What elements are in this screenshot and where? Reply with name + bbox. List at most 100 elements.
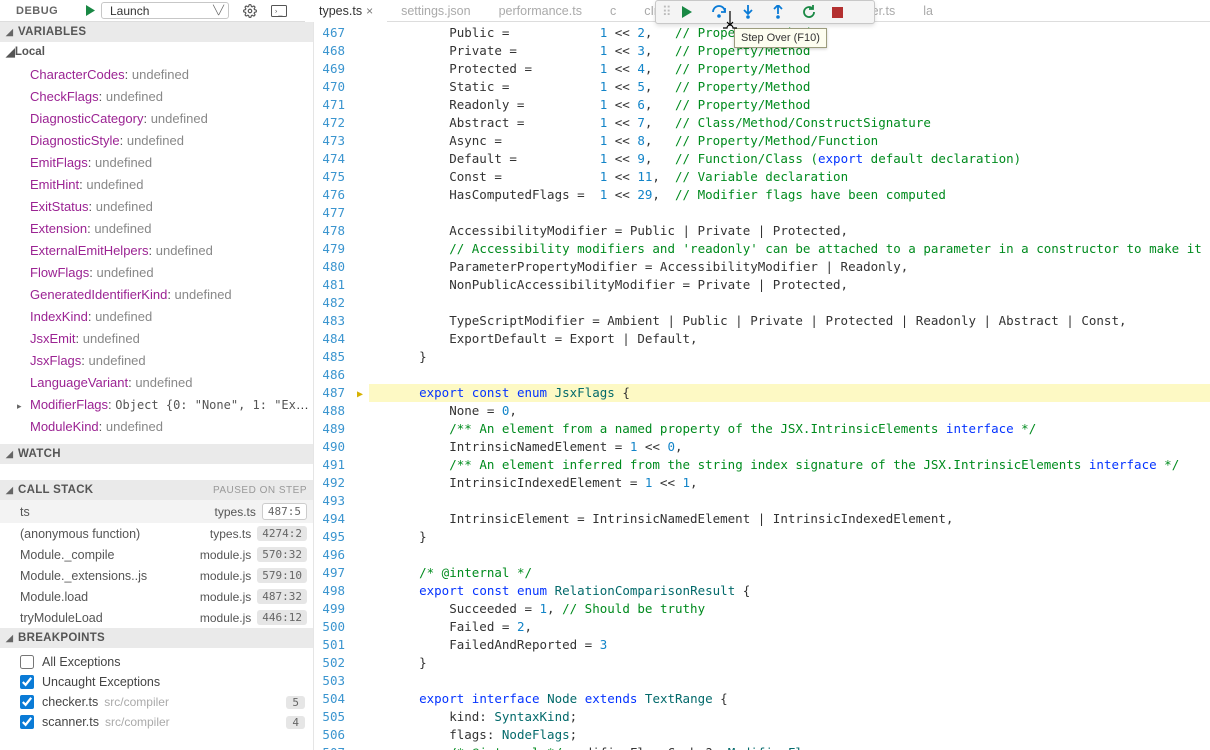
breakpoint-checkbox[interactable] [20,695,34,709]
variable-row[interactable]: FlowFlags: undefined [0,262,313,284]
code-line[interactable]: /** An element inferred from the string … [389,456,1210,474]
code-line[interactable]: export const enum RelationComparisonResu… [389,582,1210,600]
callstack-frame[interactable]: (anonymous function)types.ts4274:2 [0,523,313,544]
line-number: 502 [314,654,345,672]
variable-row[interactable]: EmitFlags: undefined [0,152,313,174]
breakpoint-row[interactable]: All Exceptions [0,652,313,672]
callstack-frame[interactable]: Module.loadmodule.js487:32 [0,586,313,607]
start-debug-button[interactable] [80,5,101,16]
variable-row[interactable]: CharacterCodes: undefined [0,64,313,86]
line-number: 481 [314,276,345,294]
code-line[interactable]: ExportDefault = Export | Default, [389,330,1210,348]
code-line[interactable]: Succeeded = 1, // Should be truthy [389,600,1210,618]
step-into-button[interactable] [742,5,760,19]
tab-types-ts[interactable]: types.ts× [305,0,387,22]
callstack-frame[interactable]: tstypes.ts487:5 [0,500,313,523]
variable-row[interactable]: IndexKind: undefined [0,306,313,328]
breakpoint-checkbox[interactable] [20,655,34,669]
code-line[interactable]: HasComputedFlags = 1 << 29, // Modifier … [389,186,1210,204]
code-area[interactable]: Public = 1 << 2, // Property/Method Priv… [369,22,1210,750]
code-line[interactable]: Default = 1 << 9, // Function/Class (exp… [389,150,1210,168]
restart-button[interactable] [802,5,820,19]
variable-row[interactable]: DiagnosticStyle: undefined [0,130,313,152]
breakpoint-row[interactable]: scanner.tssrc/compiler4 [0,712,313,732]
breakpoints-panel-header[interactable]: ◢BREAKPOINTS [0,628,313,648]
code-line[interactable]: } [389,348,1210,366]
code-line[interactable]: AccessibilityModifier = Public | Private… [389,222,1210,240]
variable-row[interactable]: EmitHint: undefined [0,174,313,196]
variable-row[interactable]: Extension: undefined [0,218,313,240]
variable-row[interactable]: DiagnosticCategory: undefined [0,108,313,130]
code-line[interactable]: None = 0, [389,402,1210,420]
variables-panel-header[interactable]: ◢VARIABLES [0,22,313,42]
code-line[interactable]: IntrinsicElement = IntrinsicNamedElement… [389,510,1210,528]
gear-icon[interactable] [243,4,257,18]
code-line[interactable]: // Accessibility modifiers and 'readonly… [389,240,1210,258]
variable-row[interactable]: ModuleKind: undefined [0,416,313,438]
callstack-frame[interactable]: Module._compilemodule.js570:32 [0,544,313,565]
close-icon[interactable]: × [366,0,373,22]
code-line[interactable] [389,204,1210,222]
drag-handle-icon[interactable]: ⠿ [662,4,670,20]
code-line[interactable]: TypeScriptModifier = Ambient | Public | … [389,312,1210,330]
callstack-frame[interactable]: tryModuleLoadmodule.js446:12 [0,607,313,628]
code-line[interactable]: IntrinsicIndexedElement = 1 << 1, [389,474,1210,492]
step-over-button[interactable] [712,5,730,19]
code-line[interactable]: Abstract = 1 << 7, // Class/Method/Const… [389,114,1210,132]
code-line[interactable]: NonPublicAccessibilityModifier = Private… [389,276,1210,294]
code-line[interactable]: Failed = 2, [389,618,1210,636]
variable-row[interactable]: ExternalEmitHelpers: undefined [0,240,313,262]
code-line[interactable]: Protected = 1 << 4, // Property/Method [389,60,1210,78]
debug-console-icon[interactable]: ›_ [271,5,287,17]
variable-row[interactable]: JsxEmit: undefined [0,328,313,350]
code-line[interactable]: IntrinsicNamedElement = 1 << 0, [389,438,1210,456]
tab-settings-json[interactable]: settings.json [387,0,484,22]
code-line[interactable] [389,366,1210,384]
code-line[interactable]: /* @internal */ [389,564,1210,582]
code-line[interactable]: Readonly = 1 << 6, // Property/Method [389,96,1210,114]
variable-row[interactable]: LanguageVariant: undefined [0,372,313,394]
code-line[interactable]: Async = 1 << 8, // Property/Method/Funct… [389,132,1210,150]
code-line[interactable]: Const = 1 << 11, // Variable declaration [389,168,1210,186]
step-out-button[interactable] [772,5,790,19]
breakpoint-row[interactable]: checker.tssrc/compiler5 [0,692,313,712]
breakpoint-row[interactable]: Uncaught Exceptions [0,672,313,692]
code-line[interactable] [389,672,1210,690]
tab-c[interactable]: c [596,0,630,22]
code-line[interactable] [389,546,1210,564]
line-number: 480 [314,258,345,276]
launch-config-select[interactable]: Launch ╲╱ [101,2,229,19]
editor[interactable]: 4674684694704714724734744754764774784794… [314,22,1210,750]
launch-config-label: Launch [110,4,149,18]
variables-scope-header[interactable]: ◢Local [0,42,313,62]
variable-row[interactable]: CheckFlags: undefined [0,86,313,108]
code-line[interactable] [389,294,1210,312]
code-line[interactable]: export const enum JsxFlags { [369,384,1210,402]
code-line[interactable]: /** An element from a named property of … [389,420,1210,438]
stop-button[interactable] [832,7,850,18]
tab-la[interactable]: la [909,0,947,22]
code-line[interactable]: export interface Node extends TextRange … [389,690,1210,708]
code-line[interactable]: } [389,528,1210,546]
code-line[interactable]: kind: SyntaxKind; [389,708,1210,726]
chevron-down-icon: ╲╱ [207,5,224,16]
breakpoint-checkbox[interactable] [20,675,34,689]
callstack-frame[interactable]: Module._extensions..jsmodule.js579:10 [0,565,313,586]
code-line[interactable] [389,492,1210,510]
breakpoint-checkbox[interactable] [20,715,34,729]
tab-performance-ts[interactable]: performance.ts [485,0,596,22]
continue-button[interactable] [682,6,700,18]
code-line[interactable]: FailedAndReported = 3 [389,636,1210,654]
code-line[interactable]: Static = 1 << 5, // Property/Method [389,78,1210,96]
debug-action-bar[interactable]: ⠿ [655,0,875,24]
code-line[interactable]: flags: NodeFlags; [389,726,1210,744]
code-line[interactable]: } [389,654,1210,672]
code-line[interactable]: ParameterPropertyModifier = Accessibilit… [389,258,1210,276]
variable-row[interactable]: JsxFlags: undefined [0,350,313,372]
variable-row[interactable]: ExitStatus: undefined [0,196,313,218]
watch-panel-header[interactable]: ◢WATCH [0,444,313,464]
callstack-panel-header[interactable]: ◢CALL STACK PAUSED ON STEP [0,480,313,500]
variable-row[interactable]: GeneratedIdentifierKind: undefined [0,284,313,306]
code-line[interactable]: /* @internal */ modifierFlagsCache?: Mod… [389,744,1210,750]
variable-row[interactable]: ModifierFlags: Object {0: "None", 1: "Ex… [0,394,313,416]
